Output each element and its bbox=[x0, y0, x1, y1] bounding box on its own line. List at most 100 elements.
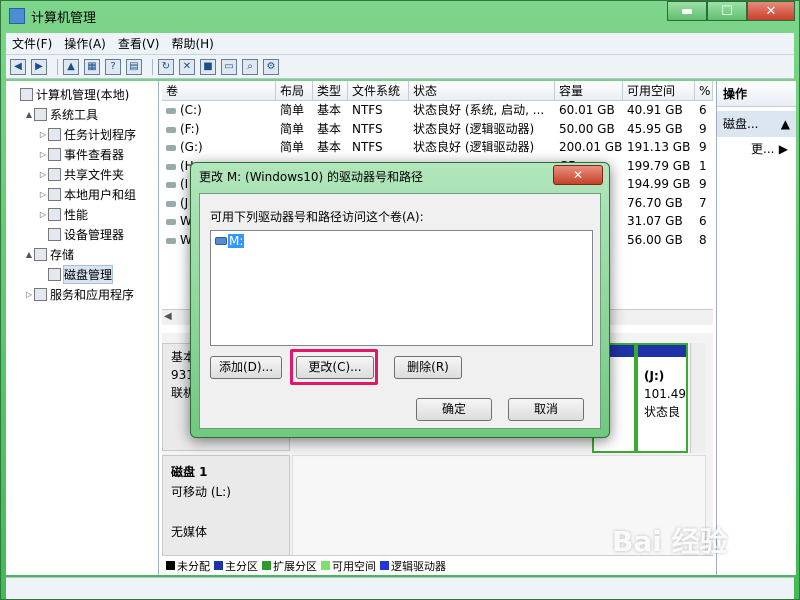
volume-name: (J bbox=[180, 195, 189, 210]
column-free-space[interactable]: 可用空间 bbox=[623, 81, 695, 100]
table-row[interactable]: (F:) 简单 基本 NTFS 状态良好 (逻辑驱动器) 50.00 GB 45.95 GB… bbox=[162, 120, 713, 139]
baidu-watermark: Bai 经验 bbox=[612, 525, 728, 558]
forward-icon[interactable]: ▶ bbox=[31, 58, 47, 75]
column-status[interactable]: 状态 bbox=[409, 81, 555, 100]
cancel-button[interactable]: 取消 bbox=[508, 398, 584, 421]
ok-button[interactable]: 确定 bbox=[416, 398, 492, 421]
partition-status: 状态良 bbox=[644, 405, 681, 419]
table-cell: 199.79 GB bbox=[627, 158, 691, 173]
title-bar: 计算机管理 ▬ ☐ ✕ bbox=[1, 1, 799, 31]
tree-node-icon bbox=[48, 127, 61, 141]
table-cell: 状态良好 (系统, 启动, ... bbox=[413, 103, 545, 117]
open-folder-icon[interactable]: ▭ bbox=[221, 58, 237, 75]
add-button[interactable]: 添加(D)... bbox=[210, 356, 282, 379]
actions-pane: 操作 磁盘... ▲ 更... ▶ bbox=[716, 81, 796, 575]
actions-disk-management[interactable]: 磁盘... ▲ bbox=[717, 111, 796, 137]
column-volume[interactable]: 卷 bbox=[162, 81, 276, 100]
window-title: 计算机管理 bbox=[31, 10, 97, 26]
table-cell: 简单 bbox=[280, 121, 305, 136]
dialog-title: 更改 M: (Windows10) 的驱动器号和路径 bbox=[199, 170, 424, 184]
tree-item[interactable]: ▷ 任务计划程序 bbox=[6, 124, 158, 144]
tree-item[interactable]: ▲ 系统工具 bbox=[6, 104, 158, 124]
menu-view[interactable]: 查看(V) bbox=[118, 35, 160, 52]
table-cell: 1 bbox=[699, 158, 707, 173]
tree-item[interactable]: ▲ 存储 bbox=[6, 244, 158, 264]
up-folder-icon[interactable]: ▲ bbox=[63, 58, 79, 75]
tree-expand-icon[interactable]: ▷ bbox=[38, 190, 48, 199]
tree-item[interactable]: ▷ 服务和应用程序 bbox=[6, 284, 158, 304]
table-cell: 9 bbox=[699, 140, 707, 154]
volume-name: (F:) bbox=[180, 121, 200, 136]
dialog-label: 可用下列驱动器号和路径访问这个卷(A): bbox=[210, 210, 424, 224]
table-cell: (F:) bbox=[162, 120, 276, 139]
menu-file[interactable]: 文件(F) bbox=[12, 35, 52, 52]
column-layout[interactable]: 布局 bbox=[276, 81, 313, 100]
tree-node-icon bbox=[48, 267, 61, 281]
help-icon[interactable]: ? bbox=[105, 58, 121, 75]
tree-item[interactable]: 磁盘管理 bbox=[6, 264, 158, 284]
dialog-close-button[interactable]: ✕ bbox=[553, 165, 603, 185]
tree-node-icon bbox=[48, 227, 61, 241]
properties-icon[interactable]: ▤ bbox=[126, 58, 142, 75]
minimize-button[interactable]: ▬ bbox=[667, 1, 707, 21]
toolbar-separator bbox=[57, 58, 58, 75]
maximize-button[interactable]: ☐ bbox=[707, 1, 747, 21]
table-row[interactable]: (C:) 简单 基本 NTFS 状态良好 (系统, 启动, ... 60.01 GB 40.… bbox=[162, 101, 713, 120]
back-icon[interactable]: ◀ bbox=[10, 58, 26, 75]
tree-item-label: 计算机管理(本地) bbox=[36, 87, 130, 102]
tree-item[interactable]: 设备管理器 bbox=[6, 224, 158, 244]
drive-path-item[interactable]: M: bbox=[215, 234, 245, 248]
partition-name: (J:) bbox=[644, 369, 665, 383]
check-disk-icon[interactable]: ■ bbox=[200, 58, 216, 75]
menu-action[interactable]: 操作(A) bbox=[64, 35, 106, 52]
refresh-icon[interactable]: ↻ bbox=[158, 58, 174, 75]
vertical-scrollbar[interactable] bbox=[690, 343, 706, 453]
table-cell: 6 bbox=[699, 214, 707, 228]
toolbar: ◀ ▶ ▲ ▦ ? ▤ ↻ ✕ ■ ▭ ⌕ ⚙ bbox=[6, 55, 794, 79]
tree-item[interactable]: 计算机管理(本地) bbox=[6, 84, 158, 104]
close-button[interactable]: ✕ bbox=[747, 1, 795, 21]
tree-expand-icon[interactable]: ▷ bbox=[38, 130, 48, 139]
partition-j[interactable]: (J:) 101.49 状态良 bbox=[636, 343, 688, 453]
menu-help[interactable]: 帮助(H) bbox=[171, 35, 213, 52]
tree-item[interactable]: ▷ 本地用户和组 bbox=[6, 184, 158, 204]
delete-icon[interactable]: ✕ bbox=[179, 58, 195, 75]
table-cell: 50.00 GB bbox=[559, 121, 615, 136]
tree-expand-icon[interactable]: ▷ bbox=[24, 290, 34, 299]
table-cell: 200.01 GB bbox=[559, 140, 623, 154]
search-icon[interactable]: ⌕ bbox=[242, 58, 258, 75]
settings-icon[interactable]: ⚙ bbox=[263, 58, 279, 75]
tree-expand-icon[interactable]: ▷ bbox=[38, 170, 48, 179]
partition-bar bbox=[638, 345, 686, 357]
navigation-tree: 计算机管理(本地) ▲ 系统工具 ▷ 任务计划程序 ▷ 事件查看器 ▷ 共享文件夹 ▷ 本地用户和组… bbox=[6, 81, 159, 575]
legend-label: 未分配 bbox=[177, 559, 210, 573]
actions-more[interactable]: 更... ▶ bbox=[717, 137, 796, 161]
tree-expand-icon[interactable]: ▲ bbox=[24, 110, 34, 119]
tree-item-label: 磁盘管理 bbox=[62, 264, 114, 284]
tree-expand-icon[interactable]: ▲ bbox=[24, 250, 34, 259]
disk-1-label[interactable]: 磁盘 1 可移动 (L:) 无媒体 bbox=[162, 455, 290, 567]
delete-button[interactable]: 删除(R) bbox=[394, 356, 462, 379]
scroll-left-icon[interactable]: ◀ bbox=[164, 311, 172, 322]
tree-expand-icon[interactable]: ▷ bbox=[38, 150, 48, 159]
column-capacity[interactable]: 容量 bbox=[555, 81, 623, 100]
drive-path-list[interactable]: M: bbox=[210, 230, 593, 346]
volume-icon bbox=[166, 108, 176, 114]
volume-icon bbox=[166, 145, 176, 151]
tree-item[interactable]: ▷ 性能 bbox=[6, 204, 158, 224]
table-cell: 7 bbox=[699, 195, 707, 210]
legend-swatch bbox=[380, 561, 389, 570]
volume-icon bbox=[166, 237, 176, 244]
show-tree-icon[interactable]: ▦ bbox=[84, 58, 100, 75]
column-type[interactable]: 类型 bbox=[313, 81, 348, 100]
column-filesystem[interactable]: 文件系统 bbox=[348, 81, 409, 100]
table-cell: 191.13 GB bbox=[627, 140, 691, 154]
table-row[interactable]: (G:) 简单 基本 NTFS 状态良好 (逻辑驱动器) 200.01 GB 191.13 … bbox=[162, 138, 713, 157]
tree-item-label: 服务和应用程序 bbox=[50, 287, 135, 302]
table-cell: 194.99 GB bbox=[627, 177, 691, 191]
volume-header: 卷 布局 类型 文件系统 状态 容量 可用空间 % bbox=[162, 81, 713, 101]
tree-expand-icon[interactable]: ▷ bbox=[38, 210, 48, 219]
tree-item[interactable]: ▷ 共享文件夹 bbox=[6, 164, 158, 184]
tree-item[interactable]: ▷ 事件查看器 bbox=[6, 144, 158, 164]
column-percent[interactable]: % bbox=[695, 81, 713, 100]
